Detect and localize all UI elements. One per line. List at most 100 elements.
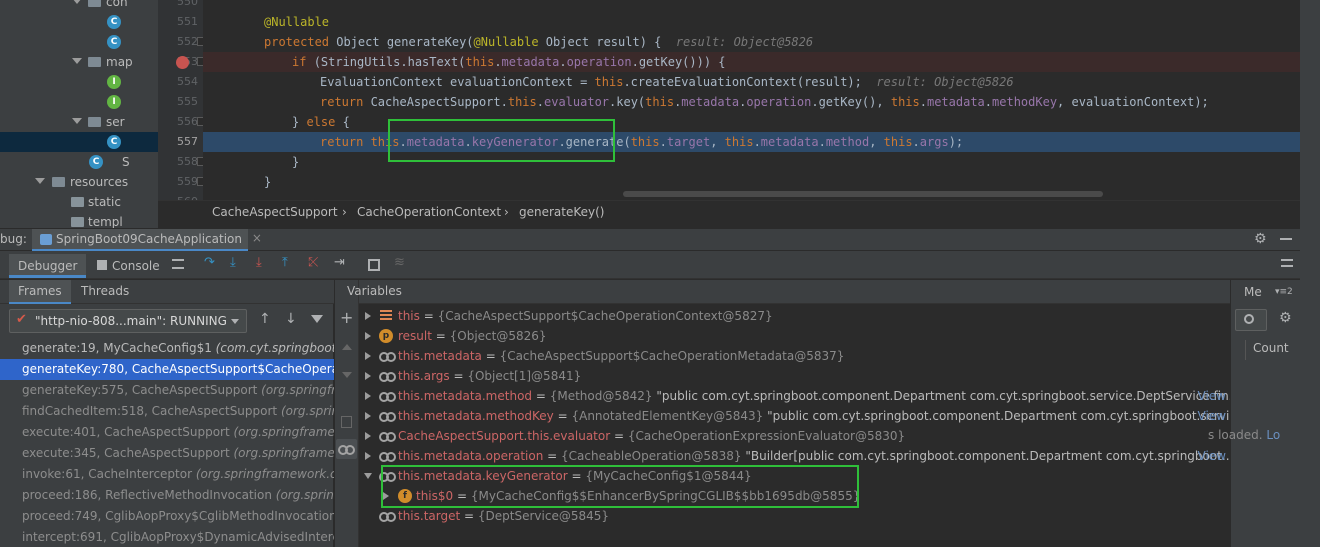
gear-icon[interactable]: ⚙ [1279, 310, 1292, 326]
variable-row[interactable]: p result = {Object@5826} [359, 326, 1230, 346]
frame-row[interactable]: execute:345, CacheAspectSupport (org.spr… [0, 443, 334, 464]
expand-arrow-icon[interactable] [365, 372, 371, 380]
force-step-into-icon[interactable]: ⤓ [256, 255, 268, 270]
tree-row[interactable]: C [0, 32, 158, 52]
expand-arrow-icon[interactable] [365, 432, 371, 440]
tree-row[interactable]: I [0, 92, 158, 112]
show-watches-toggle[interactable] [336, 439, 357, 459]
expand-arrow-icon[interactable] [365, 412, 371, 420]
expand-arrow-icon[interactable] [365, 352, 371, 360]
tree-row[interactable]: C S [0, 152, 158, 172]
drop-frame-icon[interactable]: ⤪ [308, 255, 320, 270]
view-link[interactable]: View [1198, 386, 1226, 406]
tree-row[interactable]: C [0, 12, 158, 32]
frame-row[interactable]: intercept:691, CglibAopProxy$DynamicAdvi… [0, 527, 334, 547]
show-execution-point-icon[interactable] [172, 259, 184, 269]
move-down-icon[interactable] [342, 372, 352, 378]
editor-gutter[interactable]: 550 551 552 553 554 555 556 557 558 559 … [158, 0, 205, 208]
variable-row[interactable]: this.metadata.methodKey = {AnnotatedElem… [359, 406, 1230, 426]
expand-arrow-icon[interactable] [365, 392, 371, 400]
line-number: 552 [177, 35, 198, 48]
variable-row[interactable]: this.target = {DeptService@5845} [359, 506, 1230, 526]
step-out-icon[interactable]: ⤒ [282, 255, 294, 270]
frame-row[interactable]: proceed:186, ReflectiveMethodInvocation … [0, 485, 334, 506]
tree-row[interactable]: map [0, 52, 158, 72]
tab-debugger[interactable]: Debugger [9, 254, 87, 278]
minimize-icon[interactable] [1280, 238, 1292, 240]
layout-icon[interactable] [1281, 259, 1293, 267]
code-editor[interactable]: @Nullable protected Object generateKey(@… [203, 0, 1300, 200]
step-into-icon[interactable]: ⤓ [230, 255, 242, 270]
tab-frames[interactable]: Frames [9, 280, 71, 304]
variable-row[interactable]: this.metadata.method = {Method@5842} "pu… [359, 386, 1230, 406]
frame-row[interactable]: invoke:61, CacheInterceptor (org.springf… [0, 464, 334, 485]
expand-arrow-icon[interactable] [365, 452, 371, 460]
inline-debug-hint: result: Object@5826 [675, 35, 814, 49]
frame-row[interactable]: generate:19, MyCacheConfig$1 (com.cyt.sp… [0, 338, 334, 359]
thread-selector[interactable]: ✔ "http-nio-808...main": RUNNING [9, 309, 247, 333]
frame-row[interactable]: proceed:749, CglibAopProxy$CglibMethodIn… [0, 506, 334, 527]
line-number: 550 [177, 0, 198, 8]
trace-icon[interactable]: ≋ [394, 255, 406, 270]
tree-row[interactable]: resources [0, 172, 158, 192]
tree-row[interactable]: I [0, 72, 158, 92]
tree-row[interactable]: con [0, 0, 158, 12]
view-link[interactable]: View [1198, 446, 1226, 466]
arrow-down-icon[interactable]: ↓ [285, 311, 297, 327]
run-to-cursor-icon[interactable]: ⇥ [334, 255, 346, 270]
tab-console[interactable]: Console [88, 254, 169, 278]
expand-arrow-icon[interactable] [72, 118, 82, 124]
breadcrumb-item[interactable]: CacheOperationContext [357, 205, 501, 219]
frames-panel: Frames Threads ✔ "http-nio-808...main": … [0, 280, 334, 547]
evaluate-expression-icon[interactable] [368, 259, 380, 271]
frame-row[interactable]: generateKey:780, CacheAspectSupport$Cach… [0, 359, 334, 380]
step-over-icon[interactable]: ↷ [204, 255, 216, 270]
line-number: 558 [177, 155, 198, 168]
breadcrumb-item[interactable]: generateKey() [519, 205, 604, 219]
right-tool-strip[interactable] [1300, 0, 1320, 228]
tree-label: con [106, 0, 128, 9]
expand-arrow-icon[interactable] [365, 312, 371, 320]
variable-row[interactable]: CacheAspectSupport.this.evaluator = {Cac… [359, 426, 1230, 446]
tree-row[interactable]: C [0, 132, 158, 152]
breakpoint-icon[interactable] [176, 56, 189, 69]
tab-threads[interactable]: Threads [81, 284, 129, 298]
search-field[interactable] [1235, 309, 1267, 331]
gear-icon[interactable]: ⚙ [1254, 231, 1267, 247]
expand-arrow-icon[interactable] [365, 332, 371, 340]
collapse-arrow-icon[interactable] [364, 473, 372, 479]
run-config-tab[interactable]: SpringBoot09CacheApplication × [32, 229, 262, 251]
tree-row[interactable]: ser [0, 112, 158, 132]
load-classes-link[interactable]: Lo [1266, 428, 1280, 442]
variable-row[interactable]: this.metadata.operation = {CacheableOper… [359, 446, 1230, 466]
arrow-up-icon[interactable]: ↑ [259, 311, 271, 327]
expand-arrow-icon[interactable] [72, 0, 82, 4]
close-icon[interactable]: × [252, 231, 262, 245]
view-link[interactable]: View [1198, 406, 1226, 426]
move-up-icon[interactable] [342, 344, 352, 350]
expand-arrow-icon[interactable] [35, 178, 45, 184]
count-column-header[interactable]: Count [1253, 341, 1289, 355]
frame-method: proceed:186, ReflectiveMethodInvocation [22, 488, 276, 502]
memory-tab[interactable]: Me [1244, 285, 1262, 299]
tree-row[interactable]: templ [0, 212, 158, 228]
filter-icon[interactable] [311, 315, 323, 323]
frame-row[interactable]: execute:401, CacheAspectSupport (org.spr… [0, 422, 334, 443]
more-tabs-icon[interactable]: ▾≡2 [1275, 287, 1293, 297]
frame-row[interactable]: findCachedItem:518, CacheAspectSupport (… [0, 401, 334, 422]
variables-tree[interactable]: this = {CacheAspectSupport$CacheOperatio… [359, 304, 1230, 547]
variable-row[interactable]: this.args = {Object[1]@5841} [359, 366, 1230, 386]
tree-row[interactable]: static [0, 192, 158, 212]
loaded-message: s loaded. [1208, 428, 1263, 442]
breadcrumb-item[interactable]: CacheAspectSupport [212, 205, 338, 219]
expand-arrow-icon[interactable] [72, 58, 82, 64]
copy-icon[interactable] [341, 416, 352, 428]
variables-header: Variables [347, 280, 1230, 304]
add-watch-icon[interactable]: + [340, 308, 353, 327]
frame-row[interactable]: generateKey:575, CacheAspectSupport (org… [0, 380, 334, 401]
code-line: if (StringUtils.hasText(this.metadata.op… [203, 52, 1300, 72]
line-number: 551 [177, 15, 198, 28]
variable-row[interactable]: this.metadata = {CacheAspectSupport$Cach… [359, 346, 1230, 366]
variable-row[interactable]: this = {CacheAspectSupport$CacheOperatio… [359, 306, 1230, 326]
horizontal-scrollbar[interactable] [623, 191, 1103, 197]
